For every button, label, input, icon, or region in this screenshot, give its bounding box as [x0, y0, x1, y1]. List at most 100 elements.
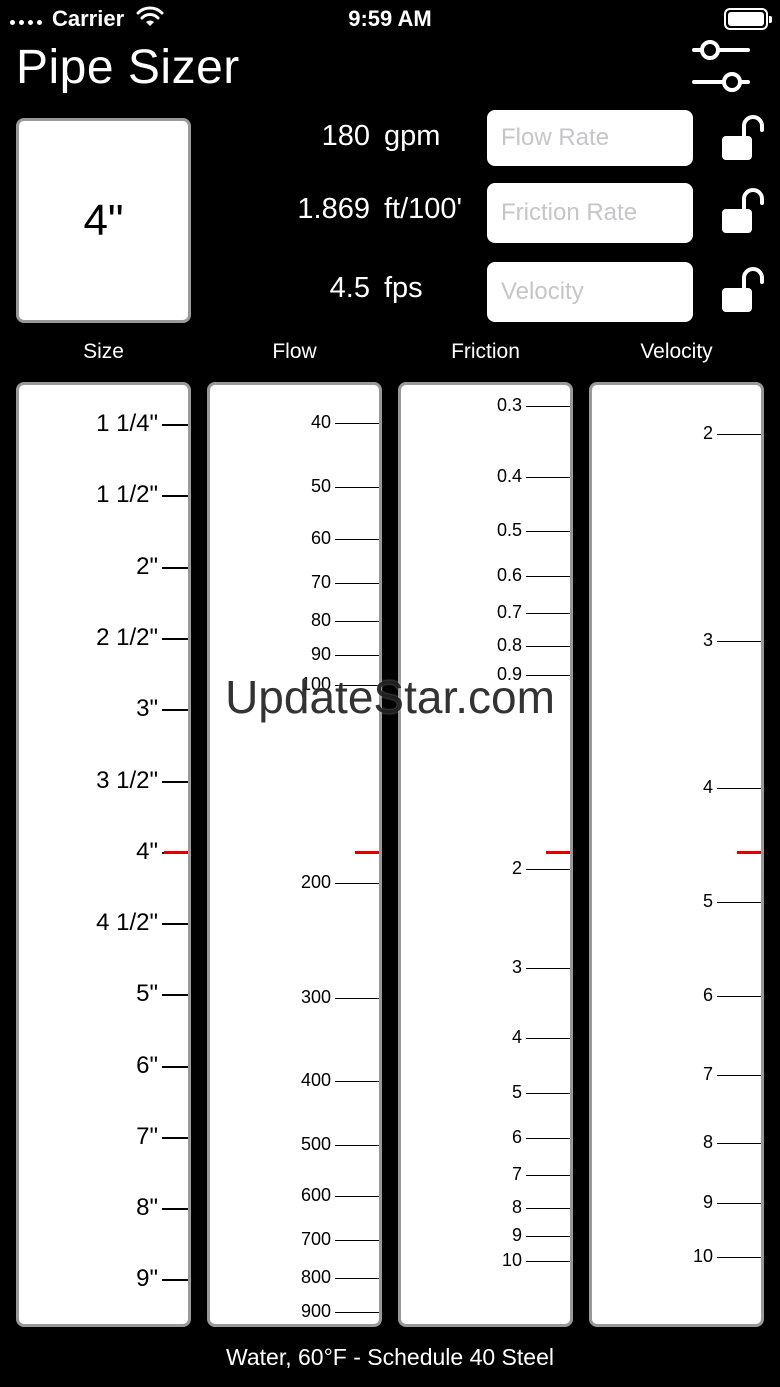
velocity-unlock-icon[interactable] — [720, 266, 764, 314]
size-tick-label: 1 1/4" — [96, 410, 158, 437]
page-title: Pipe Sizer — [16, 41, 240, 94]
flow-tick-label: 700 — [300, 1229, 331, 1249]
friction-tick-line — [526, 531, 570, 532]
size-tick-line — [162, 1208, 188, 1210]
size-column-label: Size — [83, 340, 124, 363]
size-tick: 3" — [19, 695, 188, 722]
flow-tick: 900 — [210, 1301, 379, 1321]
velocity-tick-line — [717, 996, 761, 997]
friction-tick-label: 0.6 — [496, 565, 522, 585]
friction-tick-line — [526, 675, 570, 676]
flow-tick-label: 70 — [310, 572, 331, 592]
velocity-tick-line — [717, 788, 761, 789]
size-tick-label: 7" — [136, 1123, 158, 1150]
velocity-tick: 10 — [592, 1246, 761, 1266]
friction-unlock-icon[interactable] — [720, 187, 764, 235]
friction-scale[interactable]: 0.3 0.4 0.5 0.6 0.7 0.8 0.9 2 3 4 5 6 7 8 9 10 — [398, 382, 573, 1327]
flow-tick-label: 50 — [310, 476, 331, 496]
flow-tick: 200 — [210, 872, 379, 892]
size-tick: 4" — [19, 838, 188, 865]
velocity-tick-label: 3 — [702, 630, 713, 650]
flow-tick-line — [335, 1240, 379, 1241]
friction-tick-line — [526, 646, 570, 647]
velocity-tick: 5 — [592, 891, 761, 911]
size-tick: 2 1/2" — [19, 624, 188, 651]
flow-tick-label: 800 — [300, 1267, 331, 1287]
velocity-tick-line — [717, 902, 761, 903]
size-tick-line — [162, 923, 188, 925]
flow-tick-line — [335, 1312, 379, 1313]
velocity-tick: 8 — [592, 1132, 761, 1152]
size-tick-line — [162, 781, 188, 783]
flow-column-label: Flow — [272, 340, 317, 363]
size-tick-label: 1 1/2" — [96, 481, 158, 508]
velocity-tick: 4 — [592, 777, 761, 797]
size-tick-label: 8" — [136, 1194, 158, 1221]
friction-rate-input[interactable] — [487, 183, 693, 243]
flow-scale[interactable]: 40 50 60 70 80 90 100 200 300 400 500 600 700 800 900 — [207, 382, 382, 1327]
settings-sliders-icon[interactable] — [690, 36, 752, 98]
size-tick: 1 1/2" — [19, 481, 188, 508]
flow-tick: 500 — [210, 1134, 379, 1154]
friction-tick-label: 6 — [511, 1127, 522, 1147]
flow-unlock-icon[interactable] — [720, 114, 764, 162]
clock: 9:59 AM — [348, 6, 432, 31]
flow-rate-input[interactable] — [487, 110, 693, 166]
flow-unit: gpm — [384, 120, 441, 152]
friction-unit: ft/100' — [384, 193, 463, 225]
size-tick-line — [162, 495, 188, 497]
friction-tick-label: 5 — [511, 1082, 522, 1102]
friction-tick: 0.9 — [401, 664, 570, 684]
size-tick: 4 1/2" — [19, 909, 188, 936]
flow-tick-label: 500 — [300, 1134, 331, 1154]
flow-tick: 90 — [210, 644, 379, 664]
friction-current-marker — [546, 851, 570, 854]
size-tick-label: 2" — [136, 553, 158, 580]
selected-size-display[interactable]: 4" — [16, 118, 191, 323]
velocity-tick-line — [717, 1203, 761, 1204]
friction-tick-line — [526, 406, 570, 407]
flow-tick-line — [335, 1145, 379, 1146]
velocity-column-label: Velocity — [640, 340, 713, 363]
velocity-tick-label: 8 — [702, 1132, 713, 1152]
fluid-pipe-description[interactable]: Water, 60°F - Schedule 40 Steel — [0, 1344, 780, 1371]
friction-tick-line — [526, 1138, 570, 1139]
flow-tick-label: 200 — [300, 872, 331, 892]
friction-tick: 3 — [401, 957, 570, 977]
friction-tick-line — [526, 968, 570, 969]
velocity-value: 4.5 — [329, 272, 370, 304]
velocity-scale[interactable]: 2 3 4 5 6 7 8 9 10 — [589, 382, 764, 1327]
size-tick-label: 4" — [136, 838, 158, 865]
size-tick-line — [162, 1066, 188, 1068]
size-scale[interactable]: 1 1/4" 1 1/2" 2" 2 1/2" 3" 3 1/2" 4" 4 1/2" 5" 6"… — [16, 382, 191, 1327]
size-tick: 6" — [19, 1052, 188, 1079]
friction-tick-line — [526, 1093, 570, 1094]
velocity-tick: 6 — [592, 985, 761, 1005]
size-tick-label: 4 1/2" — [96, 909, 158, 936]
friction-tick: 6 — [401, 1127, 570, 1147]
friction-tick-label: 0.8 — [496, 635, 522, 655]
size-current-marker — [164, 851, 188, 854]
size-tick: 5" — [19, 980, 188, 1007]
flow-tick-line — [335, 655, 379, 656]
flow-tick-line — [335, 1278, 379, 1279]
friction-tick-label: 8 — [511, 1197, 522, 1217]
size-tick: 9" — [19, 1265, 188, 1292]
flow-tick-line — [335, 685, 379, 686]
friction-tick-label: 4 — [511, 1027, 522, 1047]
flow-tick-line — [335, 883, 379, 884]
flow-tick-label: 300 — [300, 987, 331, 1007]
flow-tick-label: 40 — [310, 412, 331, 432]
velocity-tick: 7 — [592, 1064, 761, 1084]
flow-tick: 600 — [210, 1185, 379, 1205]
size-tick: 2" — [19, 553, 188, 580]
velocity-input[interactable] — [487, 262, 693, 322]
size-tick-line — [162, 1137, 188, 1139]
velocity-unit: fps — [384, 272, 423, 304]
flow-tick: 800 — [210, 1267, 379, 1287]
flow-tick: 50 — [210, 476, 379, 496]
size-tick-line — [162, 994, 188, 996]
velocity-tick-label: 6 — [702, 985, 713, 1005]
velocity-tick: 9 — [592, 1192, 761, 1212]
size-tick-label: 6" — [136, 1052, 158, 1079]
